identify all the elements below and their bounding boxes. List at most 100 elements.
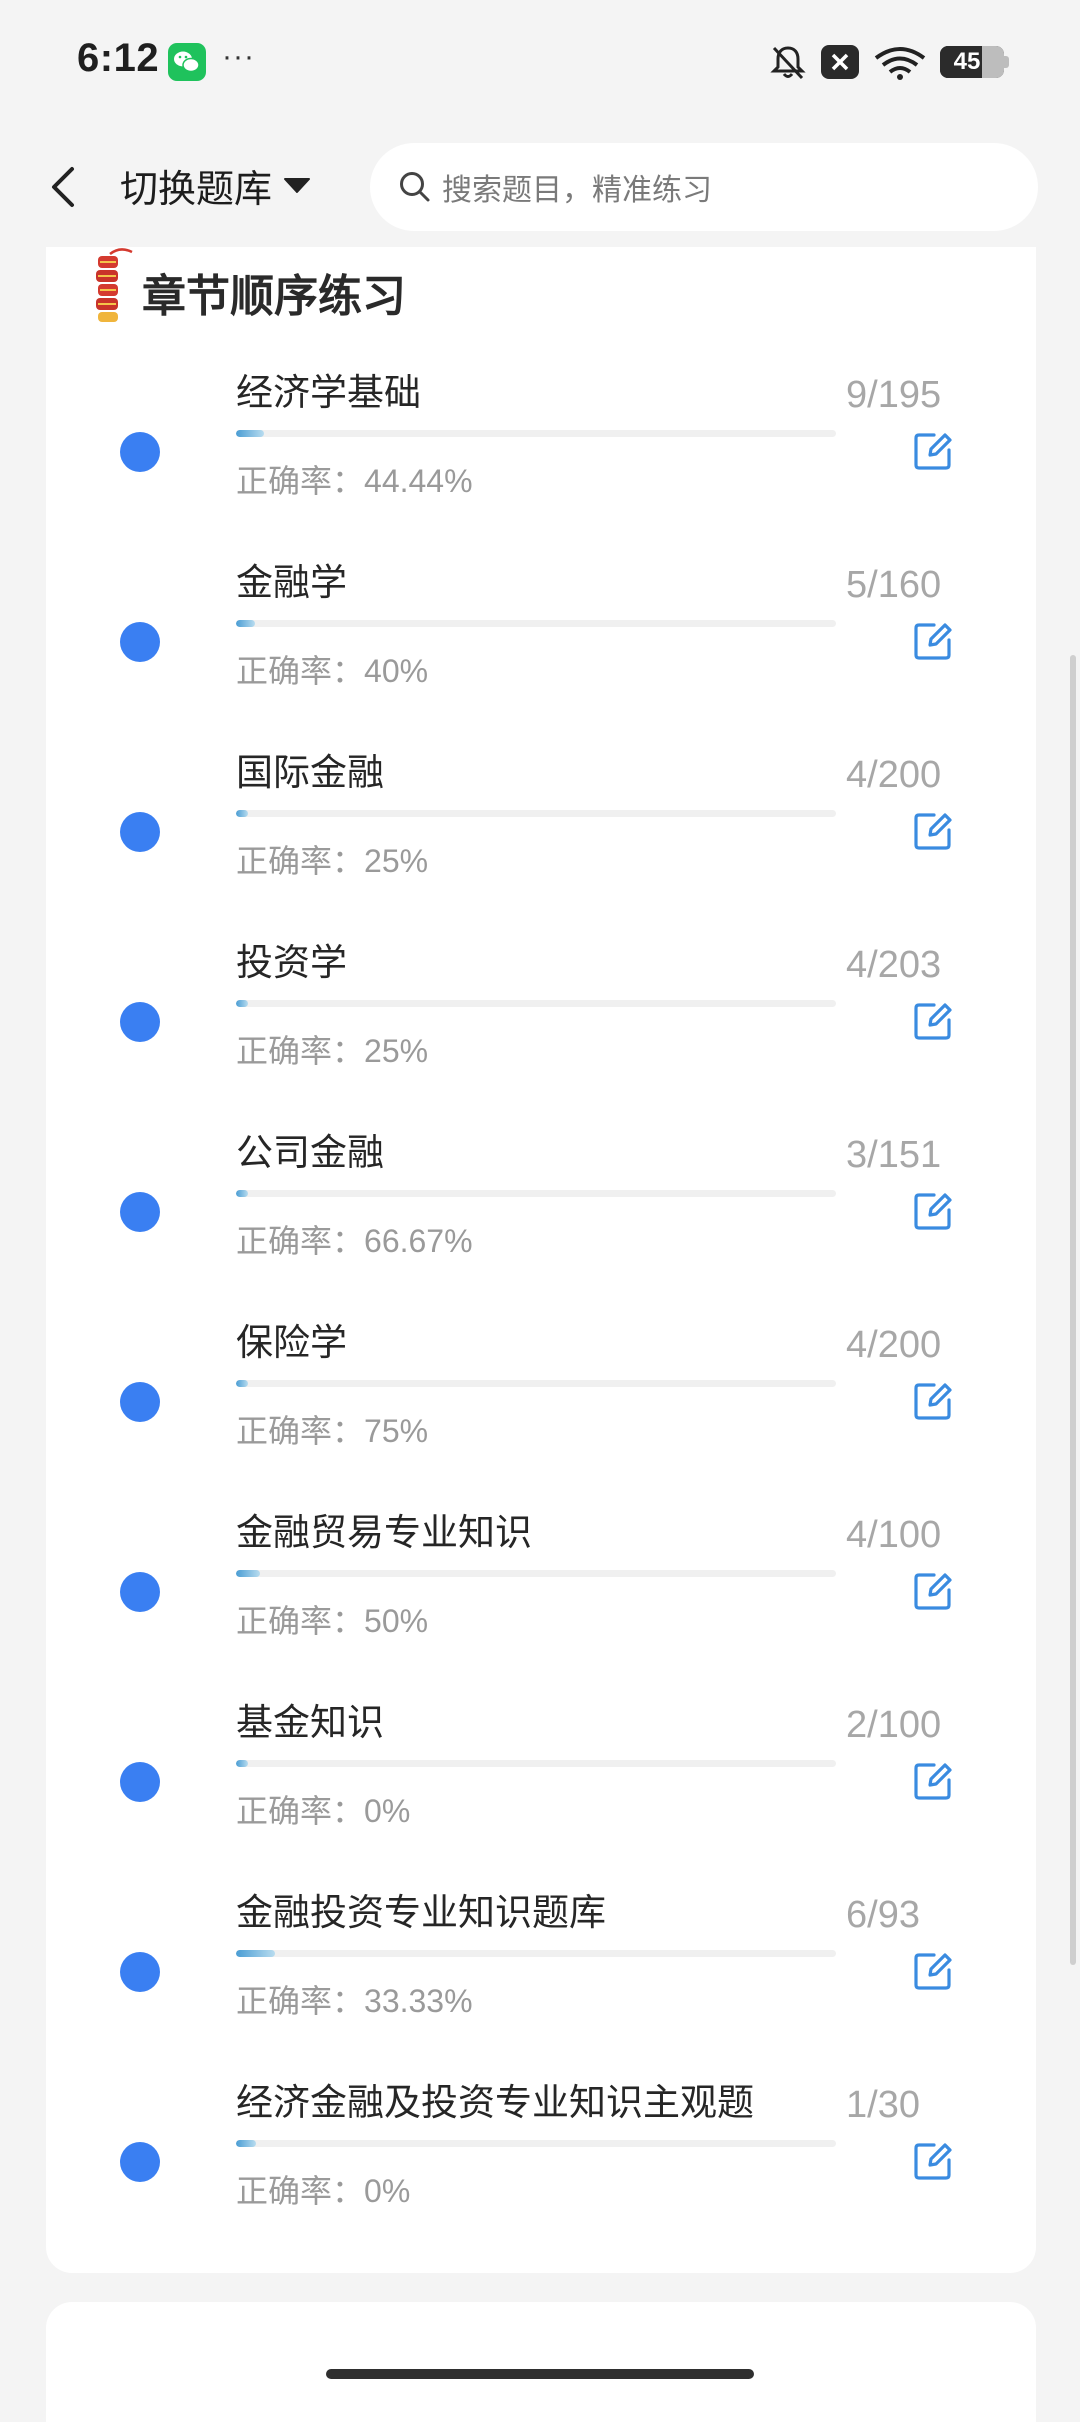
accuracy-value: 75% [364, 1413, 429, 1449]
chapter-row[interactable]: 金融学 正确率：40% 5/160 [46, 550, 1036, 740]
back-chevron-icon[interactable] [44, 163, 84, 211]
accuracy-value: 0% [364, 2173, 411, 2209]
chapter-count: 4/203 [846, 944, 942, 986]
chapter-progress-fill [236, 1380, 248, 1387]
status-bar: 6:12 ··· 45 [0, 0, 1080, 125]
chapter-bullet-dot [120, 622, 160, 662]
scrollbar[interactable] [1070, 655, 1076, 1965]
chapter-bullet-dot [120, 812, 160, 852]
search-icon [400, 172, 430, 202]
chapter-bullet-dot [120, 1192, 160, 1232]
chapter-bullet-dot [120, 432, 160, 472]
chapter-count: 2/100 [846, 1704, 942, 1746]
edit-icon[interactable] [912, 1950, 954, 1992]
edit-icon[interactable] [912, 1000, 954, 1042]
chapter-bullet-dot [120, 1382, 160, 1422]
battery-tip [1004, 56, 1009, 68]
accuracy-value: 33.33% [364, 1983, 473, 2019]
edit-icon[interactable] [912, 1760, 954, 1802]
chapter-count: 6/93 [846, 1894, 920, 1936]
battery-icon: 45 [940, 46, 1004, 78]
chapter-accuracy: 正确率：0% [236, 2166, 410, 2212]
chapter-row[interactable]: 国际金融 正确率：25% 4/200 [46, 740, 1036, 930]
accuracy-prefix: 正确率： [236, 1413, 365, 1449]
chapter-progress-bar [236, 2140, 836, 2147]
chapter-progress-bar [236, 620, 836, 627]
chapter-progress-fill [236, 1000, 248, 1007]
accuracy-prefix: 正确率： [236, 1983, 365, 2019]
edit-icon[interactable] [912, 620, 954, 662]
edit-icon[interactable] [912, 1380, 954, 1422]
chapter-count: 1/30 [846, 2084, 920, 2126]
chapter-progress-bar [236, 1380, 836, 1387]
chapter-progress-fill [236, 620, 255, 627]
top-header: 切换题库 搜索题目，精准练习 [0, 125, 1080, 247]
chapter-row[interactable]: 保险学 正确率：75% 4/200 [46, 1310, 1036, 1500]
chapter-progress-bar [236, 810, 836, 817]
chapter-row[interactable]: 金融贸易专业知识 正确率：50% 4/100 [46, 1500, 1036, 1690]
chapter-progress-bar [236, 1000, 836, 1007]
chapter-progress-fill [236, 1570, 260, 1577]
chapter-row[interactable]: 投资学 正确率：25% 4/203 [46, 930, 1036, 1120]
chapter-name: 经济金融及投资专业知识主观题 [236, 2082, 754, 2123]
chapter-accuracy: 正确率：25% [236, 1026, 428, 1072]
edit-icon[interactable] [912, 430, 954, 472]
chapter-name: 保险学 [236, 1322, 347, 1363]
chapter-progress-bar [236, 1570, 836, 1577]
chapter-name: 投资学 [236, 942, 347, 983]
chapter-accuracy: 正确率：40% [236, 646, 428, 692]
switch-question-bank-button[interactable]: 切换题库 [120, 157, 312, 213]
chapter-row[interactable]: 基金知识 正确率：0% 2/100 [46, 1690, 1036, 1880]
chapter-accuracy: 正确率：33.33% [236, 1976, 473, 2022]
home-indicator[interactable] [326, 2369, 754, 2379]
accuracy-value: 66.67% [364, 1223, 473, 1259]
chapter-bullet-dot [120, 2142, 160, 2182]
more-dots-icon: ··· [222, 40, 255, 73]
chapter-bullet-dot [120, 1952, 160, 1992]
accuracy-prefix: 正确率： [236, 1033, 365, 1069]
chapter-count: 4/100 [846, 1514, 942, 1556]
chapter-name: 公司金融 [236, 1132, 384, 1173]
chapter-progress-fill [236, 1190, 248, 1197]
chapter-accuracy: 正确率：50% [236, 1596, 428, 1642]
search-input[interactable]: 搜索题目，精准练习 [370, 143, 1038, 231]
switch-question-bank-label: 切换题库 [120, 168, 273, 211]
chapter-row[interactable]: 公司金融 正确率：66.67% 3/151 [46, 1120, 1036, 1310]
status-time: 6:12 [77, 36, 160, 80]
chapter-progress-fill [236, 1950, 275, 1957]
chapter-accuracy: 正确率：0% [236, 1786, 410, 1832]
chapter-progress-bar [236, 430, 836, 437]
accuracy-value: 25% [364, 1033, 429, 1069]
chapter-row[interactable]: 金融投资专业知识题库 正确率：33.33% 6/93 [46, 1880, 1036, 2070]
chapter-accuracy: 正确率：44.44% [236, 456, 473, 502]
chapter-name: 基金知识 [236, 1702, 384, 1743]
chapter-count: 4/200 [846, 1324, 942, 1366]
accuracy-prefix: 正确率： [236, 1603, 365, 1639]
chapter-progress-bar [236, 1190, 836, 1197]
accuracy-value: 50% [364, 1603, 429, 1639]
accuracy-prefix: 正确率： [236, 463, 365, 499]
chapter-count: 3/151 [846, 1134, 942, 1176]
accuracy-value: 44.44% [364, 463, 473, 499]
chapter-bullet-dot [120, 1002, 160, 1042]
chapter-bullet-dot [120, 1762, 160, 1802]
accuracy-prefix: 正确率： [236, 1223, 365, 1259]
notification-muted-icon [770, 46, 806, 80]
edit-icon[interactable] [912, 1570, 954, 1612]
chapter-name: 金融投资专业知识题库 [236, 1892, 606, 1933]
chapter-accuracy: 正确率：75% [236, 1406, 428, 1452]
next-section-card [46, 2302, 1036, 2422]
chapter-row[interactable]: 经济学基础 正确率：44.44% 9/195 [46, 360, 1036, 550]
chapter-practice-card: 章节顺序练习 经济学基础 正确率：44.44% 9/195 金融学 正确率：40… [46, 200, 1036, 2273]
wechat-icon [168, 43, 206, 81]
chapter-accuracy: 正确率：66.67% [236, 1216, 473, 1262]
chapter-count: 9/195 [846, 374, 942, 416]
chapter-name: 经济学基础 [236, 372, 421, 413]
edit-icon[interactable] [912, 1190, 954, 1232]
chapter-progress-bar [236, 1760, 836, 1767]
edit-icon[interactable] [912, 2140, 954, 2182]
edit-icon[interactable] [912, 810, 954, 852]
chapter-row[interactable]: 经济金融及投资专业知识主观题 正确率：0% 1/30 [46, 2070, 1036, 2260]
accuracy-value: 40% [364, 653, 429, 689]
chapter-bullet-dot [120, 1572, 160, 1612]
